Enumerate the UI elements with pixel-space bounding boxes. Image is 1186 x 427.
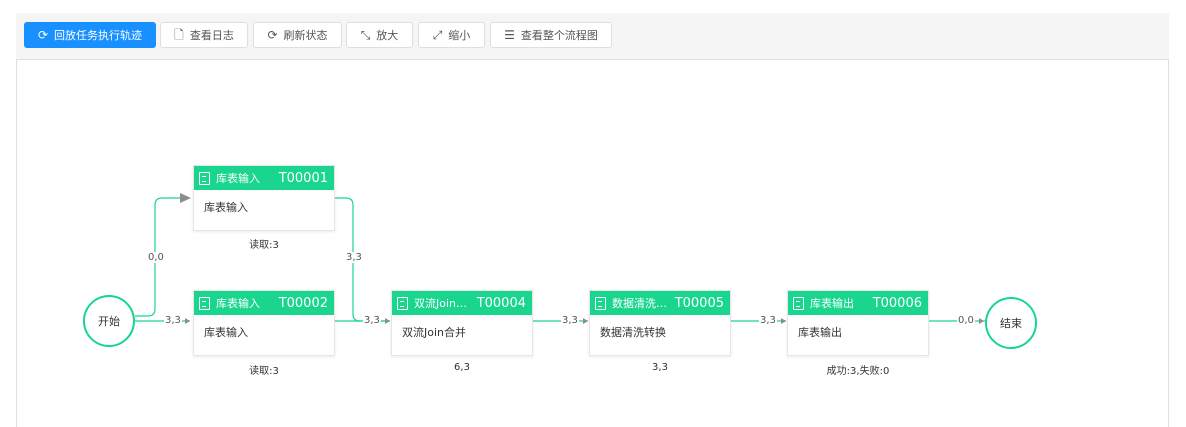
- task-node-header: 库表输入 T00001: [194, 166, 334, 190]
- task-node-stat: 3,3: [652, 362, 668, 373]
- task-node-t00001[interactable]: 库表输入 T00001 库表输入: [193, 165, 335, 231]
- edge-label: 0,0: [147, 252, 165, 263]
- task-node-body: 双流Join合并: [402, 326, 467, 339]
- task-node-stat: 读取:3: [249, 240, 279, 251]
- task-node-title: 双流Join合并: [414, 297, 473, 310]
- task-node-stat: 读取:3: [249, 366, 279, 377]
- task-node-body: 数据清洗转换: [600, 326, 666, 339]
- task-node-title: 库表输入: [216, 297, 260, 310]
- task-node-code: T00001: [278, 170, 328, 186]
- task-node-code: T00002: [278, 295, 328, 311]
- edge-arrow-icon: [385, 318, 390, 324]
- edge-label: 3,3: [164, 315, 182, 326]
- task-node-header: 数据清洗转... T00005: [590, 291, 730, 315]
- transform-icon: [595, 296, 606, 310]
- edge-arrow-icon: [583, 318, 588, 324]
- edge-label: 3,3: [345, 252, 363, 263]
- edge-label: 3,3: [759, 315, 777, 326]
- task-node-header: 库表输出 T00006: [788, 291, 928, 315]
- task-node-t00006[interactable]: 库表输出 T00006 库表输出: [787, 290, 929, 356]
- task-node-title: 数据清洗转...: [612, 297, 671, 310]
- start-node[interactable]: 开始: [83, 295, 135, 347]
- start-label: 开始: [98, 315, 120, 328]
- task-node-header: 双流Join合并 T00004: [392, 291, 532, 315]
- edge-arrow-icon: [185, 318, 190, 324]
- task-node-title: 库表输入: [216, 172, 260, 185]
- task-node-body: 库表输入: [204, 201, 248, 214]
- task-node-t00004[interactable]: 双流Join合并 T00004 双流Join合并: [391, 290, 533, 356]
- table-output-icon: [793, 296, 804, 310]
- task-node-t00005[interactable]: 数据清洗转... T00005 数据清洗转换: [589, 290, 731, 356]
- edge-label: 0,0: [957, 315, 975, 326]
- end-label: 结束: [1000, 317, 1022, 330]
- join-icon: [397, 296, 408, 310]
- end-node[interactable]: 结束: [985, 297, 1037, 349]
- task-node-t00002[interactable]: 库表输入 T00002 库表输入: [193, 290, 335, 356]
- edge-label: 3,3: [561, 315, 579, 326]
- task-node-title: 库表输出: [810, 297, 854, 310]
- edge-label: 3,3: [363, 315, 381, 326]
- task-node-body: 库表输入: [204, 326, 248, 339]
- task-node-body: 库表输出: [798, 326, 842, 339]
- table-input-icon: [199, 296, 210, 310]
- table-input-icon: [199, 171, 210, 185]
- task-node-code: T00004: [476, 295, 526, 311]
- edge-arrow-icon: [180, 193, 191, 203]
- edge-arrow-icon: [781, 318, 786, 324]
- task-node-stat: 6,3: [454, 362, 470, 373]
- task-node-stat: 成功:3,失败:0: [826, 366, 890, 377]
- task-node-header: 库表输入 T00002: [194, 291, 334, 315]
- task-node-code: T00006: [872, 295, 922, 311]
- task-node-code: T00005: [674, 295, 724, 311]
- edge-arrow-icon: [979, 318, 984, 324]
